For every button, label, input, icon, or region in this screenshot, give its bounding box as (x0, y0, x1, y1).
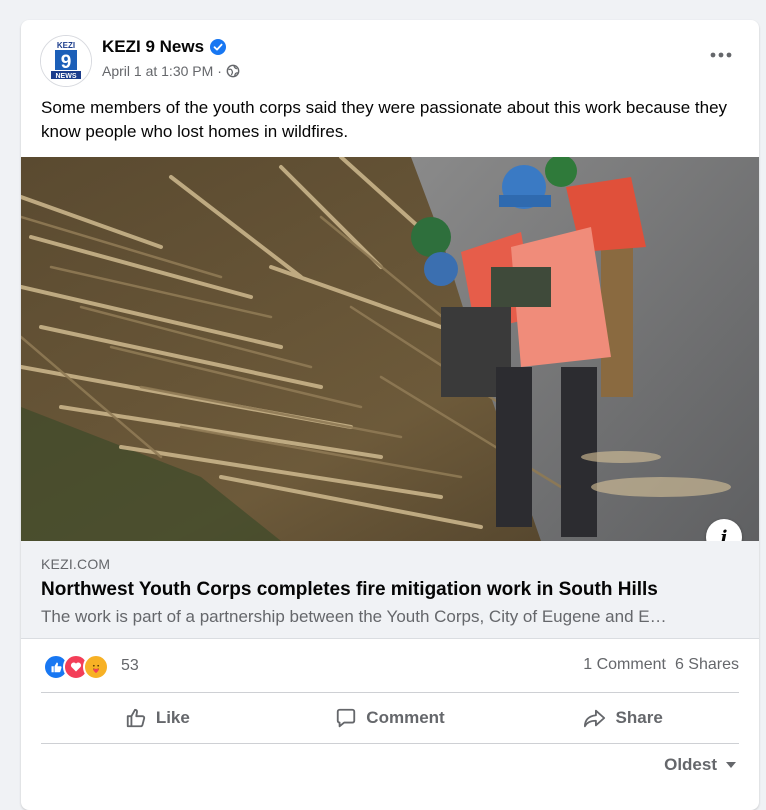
share-count[interactable]: 6 Shares (675, 656, 739, 674)
like-label: Like (155, 708, 190, 727)
thumbs-up-icon (126, 708, 145, 728)
reaction-count[interactable]: 53 (121, 657, 139, 675)
actions-divider (41, 743, 739, 744)
meta-separator: · (217, 63, 222, 79)
link-preview[interactable]: KEZI.COM Northwest Youth Corps completes… (21, 541, 759, 639)
comment-sort-dropdown[interactable]: Oldest (664, 755, 737, 775)
link-title[interactable]: Northwest Youth Corps completes fire mit… (41, 579, 658, 601)
comment-button[interactable]: Comment (274, 693, 507, 743)
link-domain: KEZI.COM (41, 556, 111, 572)
post-text: Some members of the youth corps said the… (41, 98, 728, 141)
post-meta: April 1 at 1:30 PM · (102, 63, 240, 79)
share-label: Share (615, 708, 663, 727)
care-icon (83, 654, 109, 680)
logo-text-top: KEZI (57, 41, 75, 50)
logo-text-bottom: NEWS (56, 73, 77, 80)
verified-badge-icon (210, 39, 227, 55)
globe-icon[interactable] (226, 64, 240, 78)
action-bar: Like Comment Share (41, 693, 739, 743)
logo-text-num: 9 (61, 52, 72, 73)
info-icon: i (720, 526, 728, 542)
kezi-logo-icon: KEZI 9 NEWS (41, 36, 91, 86)
post-card: KEZI 9 NEWS KEZI 9 News April 1 at 1:30 … (21, 20, 759, 810)
post-header: KEZI 9 NEWS KEZI 9 News April 1 at 1:30 … (21, 20, 759, 100)
page-name[interactable]: KEZI 9 News (102, 37, 227, 57)
ellipsis-icon (710, 52, 732, 58)
comment-label: Comment (366, 708, 445, 727)
comment-share-counts: 1 Comment 6 Shares (583, 656, 739, 674)
comment-icon (337, 708, 356, 728)
page-avatar[interactable]: KEZI 9 NEWS (40, 35, 92, 87)
page-name-text[interactable]: KEZI 9 News (102, 37, 204, 57)
share-button[interactable]: Share (506, 693, 739, 743)
sort-label: Oldest (664, 755, 717, 774)
caret-down-icon (726, 762, 736, 768)
like-button[interactable]: Like (41, 693, 274, 743)
comment-count[interactable]: 1 Comment (583, 656, 666, 674)
post-timestamp[interactable]: April 1 at 1:30 PM (102, 63, 213, 79)
reaction-icons[interactable] (43, 654, 109, 680)
link-preview-image[interactable]: i (21, 157, 759, 541)
share-arrow-icon (583, 709, 605, 728)
youth-corps-photo (21, 157, 759, 541)
link-description: The work is part of a partnership betwee… (41, 607, 667, 626)
engagement-stats: 53 1 Comment 6 Shares (41, 650, 739, 680)
more-options-button[interactable] (707, 45, 735, 65)
